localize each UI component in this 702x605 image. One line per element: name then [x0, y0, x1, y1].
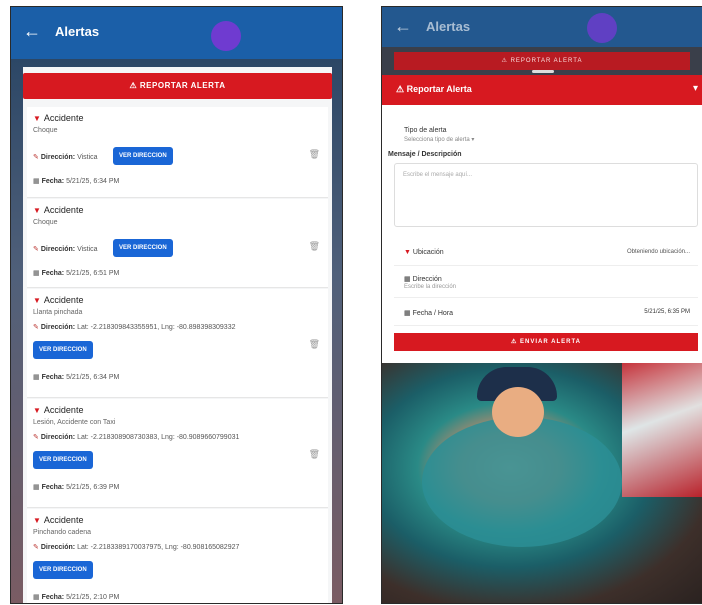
sheet-header: ⚠ Reportar Alerta ▾	[382, 75, 702, 105]
alert-date: ▦ Fecha: 5/21/25, 6:34 PM	[33, 178, 120, 185]
background-photo	[382, 357, 702, 603]
calendar-icon: ▦	[33, 178, 42, 185]
arrow-left-icon[interactable]: ←	[394, 16, 412, 37]
mensaje-textarea[interactable]: Escribe el mensaje aquí...	[394, 163, 698, 227]
page-title: Alertas	[55, 24, 100, 39]
alert-detail: Choque	[33, 127, 58, 134]
calendar-icon: ▦	[33, 374, 42, 381]
alert-detail: Pinchando cadena	[33, 529, 91, 536]
drag-handle[interactable]	[532, 70, 554, 73]
calendar-icon: ▦	[33, 594, 42, 601]
alert-date: ▦ Fecha: 5/21/25, 6:51 PM	[33, 270, 120, 277]
ubicacion-value: Obteniendo ubicación...	[626, 249, 690, 255]
report-alert-screen: ← Alertas ⚠ REPORTAR ALERTA ⚠ Reportar A…	[381, 6, 702, 604]
app-bar: ← Alertas	[11, 7, 342, 59]
alert-detail: Llanta pinchada	[33, 309, 83, 316]
report-alert-button[interactable]: ⚠ REPORTAR ALERTA	[23, 73, 332, 99]
alert-icon: ⚠	[501, 58, 511, 64]
mensaje-label: Mensaje / Descripción	[388, 151, 462, 158]
delete-icon[interactable]: 🗑	[309, 241, 320, 252]
alert-card: ▼ Accidente Choque ✎ Dirección: Vistica VE…	[27, 199, 328, 288]
alert-date: ▦ Fecha: 5/21/25, 6:39 PM	[33, 484, 120, 491]
alert-direction: ✎ Dirección: Vistica	[33, 154, 98, 161]
alerts-panel: ⚠ REPORTAR ALERTA ▼ Accidente Choque ✎ Dir…	[23, 67, 332, 603]
pencil-icon: ✎	[33, 154, 39, 161]
report-alert-button-dimmed: ⚠ REPORTAR ALERTA	[394, 52, 690, 70]
building-icon: ▦	[404, 276, 411, 283]
ver-direccion-button[interactable]: VER DIRECCION	[33, 451, 93, 469]
alerts-list-screen: ← Alertas ⚠ REPORTAR ALERTA ▼ Accidente C…	[10, 6, 343, 604]
map-pin-icon: ▼	[33, 296, 41, 305]
map-pin-icon: ▼	[33, 516, 41, 525]
alert-card: ▼ Accidente Choque ✎ Dirección: Vistica VE…	[27, 107, 328, 198]
alert-icon: ⚠	[396, 84, 407, 94]
alert-detail: Choque	[33, 219, 58, 226]
map-pin-icon: ▼	[33, 114, 41, 123]
chevron-down-icon: ▾	[471, 137, 475, 143]
app-bar: ← Alertas	[382, 7, 702, 47]
alert-direction: ✎ Dirección: Lat: -2.218308908730383, Lng…	[33, 434, 240, 441]
send-alert-button[interactable]: ⚠ ENVIAR ALERTA	[394, 333, 698, 351]
pencil-icon: ✎	[33, 544, 39, 551]
alert-direction: ✎ Dirección: Lat: -2.2183389170037975, Ln…	[33, 544, 240, 551]
calendar-icon: ▦	[33, 484, 42, 491]
page-title: Alertas	[426, 19, 471, 34]
ver-direccion-button[interactable]: VER DIRECCION	[33, 561, 93, 579]
calendar-icon: ▦	[404, 310, 411, 317]
fecha-row: ▦ Fecha / Hora 5/21/25, 6:35 PM	[394, 303, 698, 326]
direccion-row[interactable]: ▦ Dirección Escribe la dirección	[394, 271, 698, 298]
alert-card: ▼ Accidente Llanta pinchada ✎ Dirección: L…	[27, 289, 328, 398]
tipo-label: Tipo de alerta	[404, 127, 447, 134]
purple-circle-badge	[211, 21, 241, 51]
map-pin-icon: ▼	[404, 249, 411, 256]
map-pin-icon: ▼	[33, 406, 41, 415]
delete-icon[interactable]: 🗑	[309, 149, 320, 160]
alert-icon: ⚠	[129, 81, 140, 90]
pencil-icon: ✎	[33, 246, 39, 253]
alert-icon: ⚠	[510, 339, 521, 345]
pencil-icon: ✎	[33, 434, 39, 441]
alert-date: ▦ Fecha: 5/21/25, 6:34 PM	[33, 374, 120, 381]
alert-card: ▼ Accidente Lesión, Accidente con Taxi ✎ D…	[27, 399, 328, 508]
delete-icon[interactable]: 🗑	[309, 339, 320, 350]
ver-direccion-button[interactable]: VER DIRECCION	[113, 239, 173, 257]
alert-card: ▼ Accidente Pinchando cadena ✎ Dirección: …	[27, 509, 328, 603]
arrow-left-icon[interactable]: ←	[23, 21, 41, 42]
tipo-select[interactable]: Selecciona tipo de alerta ▾	[404, 136, 474, 143]
direccion-input: Escribe la dirección	[404, 284, 457, 290]
fecha-value: 5/21/25, 6:35 PM	[644, 309, 690, 315]
calendar-icon: ▦	[33, 270, 42, 277]
pencil-icon: ✎	[33, 324, 39, 331]
delete-icon[interactable]: 🗑	[309, 449, 320, 460]
purple-circle-badge	[587, 13, 617, 43]
alert-direction: ✎ Dirección: Vistica	[33, 246, 98, 253]
report-alert-sheet: ⚠ Reportar Alerta ▾ Tipo de alerta Selec…	[382, 70, 702, 363]
alert-detail: Lesión, Accidente con Taxi	[33, 419, 116, 426]
ver-direccion-button[interactable]: VER DIRECCION	[113, 147, 173, 165]
alert-date: ▦ Fecha: 5/21/25, 2:10 PM	[33, 594, 120, 601]
map-pin-icon: ▼	[33, 206, 41, 215]
alert-direction: ✎ Dirección: Lat: -2.218309843355951, Lng…	[33, 324, 236, 331]
ver-direccion-button[interactable]: VER DIRECCION	[33, 341, 93, 359]
ubicacion-row[interactable]: ▼ Ubicación Obteniendo ubicación...	[394, 243, 698, 266]
close-icon[interactable]: ▾	[693, 83, 698, 94]
